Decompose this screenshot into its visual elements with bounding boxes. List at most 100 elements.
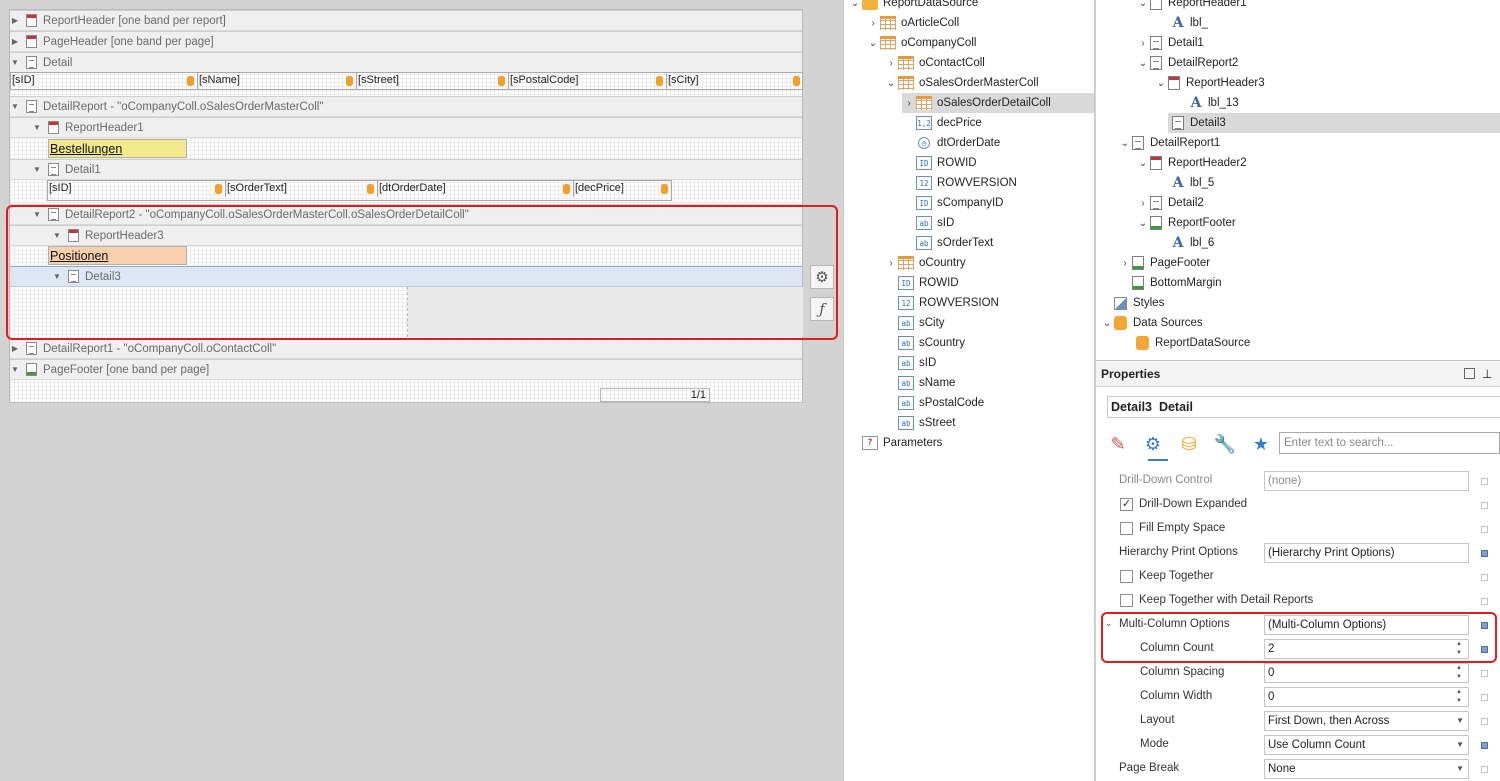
report-designer-surface[interactable]: ▶ ReportHeader [one band per report] ▶ P… <box>0 0 843 781</box>
band-report-header[interactable]: ▶ ReportHeader [one band per report] <box>10 10 802 31</box>
field-list-panel[interactable]: ⌄ ReportDataSource › oArticleColl ⌄ oCompan… <box>843 0 1095 781</box>
tree-item[interactable]: ID ROWID <box>844 153 1094 173</box>
tree-item[interactable]: ⌄ DetailReport1 <box>1096 133 1500 153</box>
property-search-input[interactable]: Enter text to search... <box>1279 432 1500 454</box>
tree-item[interactable]: ab sID <box>844 213 1094 233</box>
tree-item[interactable]: ⌄ oSalesOrderMasterColl <box>844 73 1094 93</box>
checkbox[interactable] <box>1120 594 1133 607</box>
tree-item[interactable]: ⌄ ReportFooter <box>1096 213 1500 233</box>
checkbox[interactable] <box>1120 522 1133 535</box>
collapse-triangle-icon[interactable]: ▼ <box>32 165 42 174</box>
prop-drill-down-control[interactable]: Drill-Down Control (none) <box>1096 469 1500 493</box>
field-cell[interactable]: [sID] <box>48 181 226 197</box>
expand-triangle-icon[interactable]: ▶ <box>10 37 20 46</box>
tree-item[interactable]: ab sOrderText <box>844 233 1094 253</box>
star-icon[interactable]: ★ <box>1249 432 1273 456</box>
reset-marker[interactable] <box>1481 742 1488 749</box>
expand-triangle-icon[interactable]: ▶ <box>10 16 20 25</box>
tree-item[interactable]: › oContactColl <box>844 53 1094 73</box>
tree-item[interactable]: ab sCountry <box>844 333 1094 353</box>
page-break-select[interactable]: None ▼ <box>1264 759 1469 779</box>
tree-item[interactable]: ⌄ oCompanyColl <box>844 33 1094 53</box>
tree-item[interactable]: ⌄ ReportDataSource <box>844 0 1094 13</box>
tree-item[interactable]: ab sPostalCode <box>844 393 1094 413</box>
prop-hierarchy-print-options[interactable]: Hierarchy Print Options (Hierarchy Print… <box>1096 541 1500 565</box>
field-cell[interactable]: [dtOrderDate] <box>378 181 574 197</box>
tree-item[interactable]: ab sID <box>844 353 1094 373</box>
wrench-icon[interactable]: 🔧 <box>1213 432 1237 456</box>
reset-marker[interactable] <box>1481 718 1488 725</box>
checkbox-checked[interactable]: ✓ <box>1120 498 1133 511</box>
expand-triangle-icon[interactable]: ▶ <box>10 344 20 353</box>
field-cell[interactable]: [decPrice] <box>574 181 671 197</box>
field-cell[interactable]: [sName] <box>198 73 357 89</box>
column-spacing-input[interactable]: 0 ▲ ▼ <box>1264 663 1469 683</box>
prop-column-spacing[interactable]: Column Spacing 0 ▲ ▼ <box>1096 661 1500 685</box>
mode-select[interactable]: Use Column Count ▼ <box>1264 735 1469 755</box>
tree-item[interactable]: Albl_6 <box>1096 233 1500 253</box>
band-detail-report[interactable]: ▼ DetailReport - "oCompanyColl.oSalesOrd… <box>10 96 802 117</box>
reset-marker[interactable] <box>1481 670 1488 677</box>
tree-item-selected[interactable]: › oSalesOrderDetailColl <box>902 93 1094 113</box>
field-cell[interactable]: [sID] <box>11 73 198 89</box>
prop-page-break[interactable]: Page Break None ▼ <box>1096 757 1500 781</box>
tree-item[interactable]: › PageFooter <box>1096 253 1500 273</box>
tree-item-selected[interactable]: Detail3 <box>1168 113 1500 133</box>
tree-item[interactable]: ⌄ ReportHeader1 <box>1096 0 1500 13</box>
reset-marker[interactable] <box>1481 598 1488 605</box>
tree-item[interactable]: ⌄ Data Sources <box>1096 313 1500 333</box>
band-page-header[interactable]: ▶ PageHeader [one band per page] <box>10 31 802 52</box>
tree-item[interactable]: › oCountry <box>844 253 1094 273</box>
tree-item[interactable]: Styles <box>1096 293 1500 313</box>
band-report-header1[interactable]: ▼ ReportHeader1 <box>10 117 802 138</box>
tree-item[interactable]: ab sStreet <box>844 413 1094 433</box>
tree-item[interactable]: ab sName <box>844 373 1094 393</box>
gears-icon[interactable]: ⚙ <box>1141 432 1165 456</box>
prop-layout[interactable]: Layout First Down, then Across ▼ <box>1096 709 1500 733</box>
tree-item[interactable]: 12 ROWVERSION <box>844 293 1094 313</box>
prop-keep-together-detail-reports[interactable]: Keep Together with Detail Reports <box>1096 589 1500 613</box>
collapse-triangle-icon[interactable]: ▼ <box>10 102 20 111</box>
report-explorer-panel[interactable]: ⌄ ReportHeader1 Albl_ › Detail1 ⌄ DetailRep… <box>1096 0 1500 360</box>
band-detail1[interactable]: ▼ Detail1 <box>10 159 802 180</box>
detail1-field-row[interactable]: [sID] [sOrderText] [dtOrderDate] [decPri… <box>47 180 672 201</box>
prop-fill-empty-space[interactable]: Fill Empty Space <box>1096 517 1500 541</box>
database-icon[interactable]: ⛁ <box>1177 432 1201 456</box>
tree-item[interactable]: 1,2 decPrice <box>844 113 1094 133</box>
layout-select[interactable]: First Down, then Across ▼ <box>1264 711 1469 731</box>
reset-marker[interactable] <box>1481 502 1488 509</box>
reset-marker[interactable] <box>1481 550 1488 557</box>
detail-field-row[interactable]: [sID] [sName] [sStreet] [sPostalCode] [s… <box>10 72 803 90</box>
prop-drill-down-expanded[interactable]: ✓ Drill-Down Expanded <box>1096 493 1500 517</box>
tree-item[interactable]: Albl_ <box>1096 13 1500 33</box>
tree-item[interactable]: ? Parameters <box>844 433 1094 453</box>
tree-item[interactable]: Albl_5 <box>1096 173 1500 193</box>
reset-marker[interactable] <box>1481 526 1488 533</box>
maximize-icon[interactable] <box>1464 368 1475 379</box>
component-selector[interactable]: Detail3 Detail <box>1107 396 1500 418</box>
tree-item[interactable]: BottomMargin <box>1096 273 1500 293</box>
field-cell[interactable]: [sOrderText] <box>226 181 378 197</box>
reset-marker[interactable] <box>1481 574 1488 581</box>
reset-marker[interactable] <box>1481 694 1488 701</box>
reset-marker[interactable] <box>1481 478 1488 485</box>
band-page-footer[interactable]: ▼ PageFooter [one band per page] <box>10 359 802 380</box>
field-cell[interactable]: [sStreet] <box>357 73 509 89</box>
tree-item[interactable]: ⌄ DetailReport2 <box>1096 53 1500 73</box>
tree-item[interactable]: ID sCompanyID <box>844 193 1094 213</box>
tree-item[interactable]: ⌄ ReportHeader3 <box>1096 73 1500 93</box>
tree-item[interactable]: › oArticleColl <box>844 13 1094 33</box>
brush-icon[interactable]: ✎ <box>1106 432 1130 456</box>
field-cell[interactable]: [sCity] <box>667 73 803 89</box>
page-number-field[interactable]: 1/1 <box>600 388 710 402</box>
tree-item[interactable]: ReportDataSource <box>1096 333 1500 353</box>
tree-item[interactable]: ab sCity <box>844 313 1094 333</box>
field-cell[interactable]: [sPostalCode] <box>509 73 667 89</box>
reset-marker[interactable] <box>1481 766 1488 773</box>
properties-panel[interactable]: Properties ⊥ Detail3 Detail ✎ ⚙ ⛁ 🔧 ★ Dr… <box>1096 360 1500 781</box>
label-bestellungen[interactable]: Bestellungen <box>48 139 187 158</box>
tree-item[interactable]: ID ROWID <box>844 273 1094 293</box>
collapse-triangle-icon[interactable]: ▼ <box>10 58 20 67</box>
prop-mode[interactable]: Mode Use Column Count ▼ <box>1096 733 1500 757</box>
band-detail[interactable]: ▼ Detail <box>10 52 802 73</box>
